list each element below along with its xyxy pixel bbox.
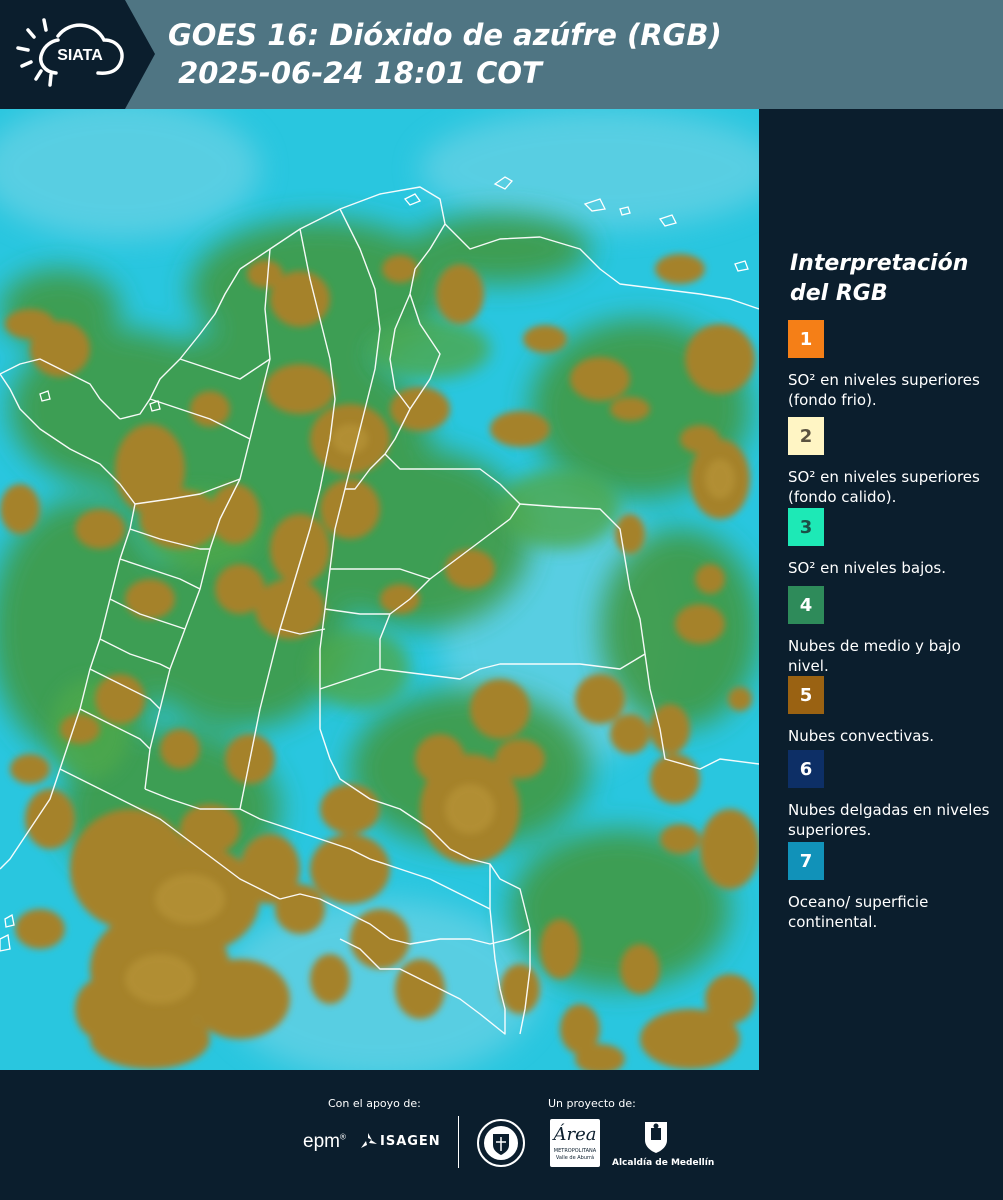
legend-label-7: Oceano/ superficie continental. (788, 893, 929, 931)
legend-item-1: 1 SO² en niveles superiores (fondo frio)… (788, 320, 1000, 410)
legend-label-6: Nubes delgadas en niveles superiores. (788, 801, 990, 839)
epm-logo: epm® (303, 1131, 346, 1152)
legend-label-3: SO² en niveles bajos. (788, 559, 947, 577)
legend-number: 3 (799, 516, 813, 538)
legend-swatch-3: 3 (788, 508, 824, 546)
legend-item-3: 3 SO² en niveles bajos. (788, 508, 1000, 578)
legend-swatch-2: 2 (788, 417, 824, 455)
footer-divider (458, 1116, 459, 1168)
legend-number: 5 (799, 684, 813, 706)
page-title: GOES 16: Dióxido de azúfre (RGB) (168, 18, 722, 52)
legend-label-1: SO² en niveles superiores (fondo frio). (788, 371, 980, 409)
support-label: Con el apoyo de: (328, 1097, 421, 1110)
legend-number: 7 (799, 850, 813, 872)
satellite-map (0, 109, 759, 1070)
legend-number: 4 (799, 594, 813, 616)
legend-label-5: Nubes convectivas. (788, 727, 935, 745)
legend-title: Interpretación del RGB (790, 251, 969, 306)
timestamp: 2025-06-24 18:01 COT (168, 56, 542, 90)
legend-swatch-6: 6 (788, 750, 824, 788)
legend-item-6: 6 Nubes delgadas en niveles superiores. (788, 750, 1000, 840)
legend-panel: Interpretación del RGB 1 SO² en niveles … (760, 109, 1003, 1070)
area-metropolitana-logo: Área METROPOLITANA Valle de Aburrá (550, 1119, 600, 1167)
title-block: GOES 16: Dióxido de azúfre (RGB) 2025-06… (168, 16, 722, 92)
header-bar: SIATA GOES 16: Dióxido de azúfre (RGB) 2… (0, 0, 1003, 109)
medellin-seal-icon (477, 1119, 525, 1167)
legend-number: 2 (799, 425, 813, 447)
legend-swatch-1: 1 (788, 320, 824, 358)
project-label: Un proyecto de: (548, 1097, 636, 1110)
alcaldia-crest-icon (645, 1122, 667, 1153)
legend-number: 1 (799, 328, 813, 350)
legend-item-5: 5 Nubes convectivas. (788, 676, 1000, 746)
legend-item-4: 4 Nubes de medio y bajo nivel. (788, 586, 1000, 676)
isagen-icon (361, 1133, 377, 1148)
alcaldia-logo: Alcaldía de Medellín (612, 1158, 715, 1168)
legend-swatch-5: 5 (788, 676, 824, 714)
siata-logo-text: SIATA (57, 47, 103, 64)
siata-logo: SIATA (0, 0, 155, 109)
legend-swatch-7: 7 (788, 842, 824, 880)
legend-swatch-4: 4 (788, 586, 824, 624)
legend-item-2: 2 SO² en niveles superiores (fondo calid… (788, 417, 1000, 507)
legend-item-7: 7 Oceano/ superficie continental. (788, 842, 1000, 932)
legend-number: 6 (799, 758, 813, 780)
legend-label-2: SO² en niveles superiores (fondo calido)… (788, 468, 980, 506)
footer-bar: Con el apoyo de: Un proyecto de: epm® IS… (0, 1070, 1003, 1200)
isagen-logo: ISAGEN (380, 1134, 441, 1149)
satellite-image (0, 109, 759, 1070)
legend-label-4: Nubes de medio y bajo nivel. (788, 637, 961, 675)
